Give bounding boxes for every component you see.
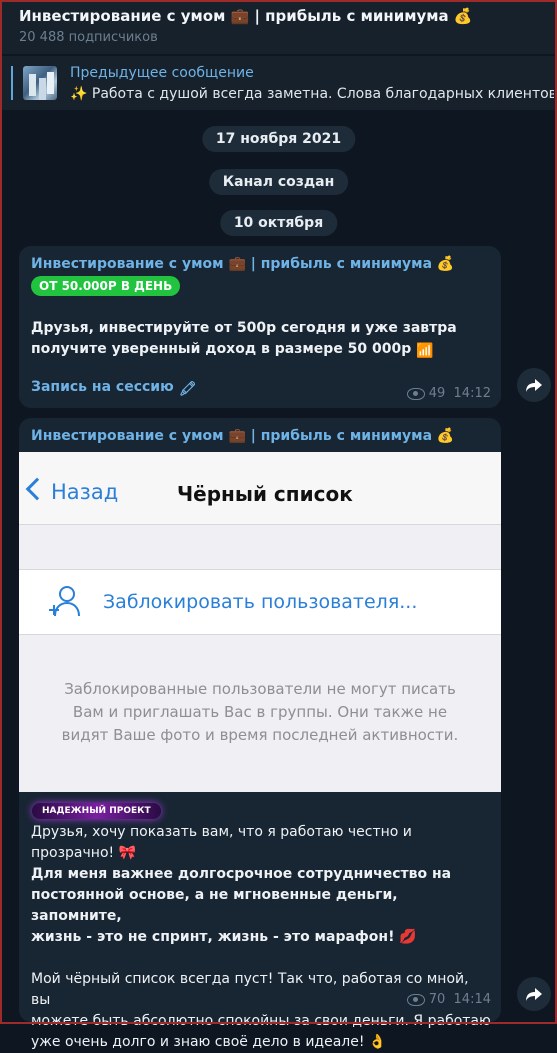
eye-icon bbox=[406, 993, 425, 1006]
message-text-line: получите уверенный доход в размере 50 00… bbox=[31, 339, 491, 362]
message-text-line: можете быть абсолютно спокойны за свои д… bbox=[31, 1013, 491, 1029]
service-message-channel-created: Канал создан bbox=[208, 169, 349, 195]
screenshot-title: Чёрный список bbox=[177, 482, 353, 506]
share-button[interactable] bbox=[517, 368, 551, 402]
signal-bars-icon: 📶 bbox=[416, 343, 434, 359]
pinned-message[interactable]: Предыдущее сообщение ✨ Работа с душой вс… bbox=[0, 56, 557, 110]
date-pill: 10 октября bbox=[219, 210, 338, 236]
message-bubble[interactable]: Инвестирование с умом 💼 | прибыль с мини… bbox=[19, 246, 501, 408]
message-sender[interactable]: Инвестирование с умом 💼 | прибыль с мини… bbox=[31, 256, 454, 272]
pinned-thumbnail bbox=[23, 66, 57, 100]
pinned-accent-bar bbox=[11, 66, 13, 100]
message-text-part: получите уверенный доход в размере 50 00… bbox=[31, 341, 412, 357]
project-tag: НАДЕЖНЫЙ ПРОЕКТ bbox=[32, 803, 161, 819]
screenshot-note-line: Вам и приглашать Вас в группы. Они также… bbox=[72, 703, 448, 721]
screenshot-note: Заблокированные пользователи не могут пи… bbox=[39, 678, 481, 747]
pinned-text: ✨ Работа с душой всегда заметна. Слова б… bbox=[70, 86, 554, 102]
message-sender[interactable]: Инвестирование с умом 💼 | прибыль с мини… bbox=[31, 428, 454, 444]
message-text: Друзья, хочу показать вам, что я работаю… bbox=[31, 822, 491, 1053]
message-time: 14:14 bbox=[453, 992, 491, 1007]
screenshot-block-user-row: Заблокировать пользователя... bbox=[19, 569, 501, 635]
message-meta: 70 14:14 bbox=[406, 992, 491, 1007]
session-link-text[interactable]: Запись на сессию bbox=[31, 379, 174, 395]
screenshot-back-label: Назад bbox=[51, 480, 119, 504]
message-text-line: Друзья, хочу показать вам, что я работаю… bbox=[31, 824, 412, 840]
screenshot-note-line: видят Ваше фото и время последней активн… bbox=[61, 726, 459, 744]
message-text-line: жизнь - это не спринт, жизнь - это мараф… bbox=[31, 929, 417, 945]
crayon-icon: 🖍 bbox=[178, 381, 197, 397]
message-text-line: уже очень долго и знаю своё дело в идеал… bbox=[31, 1034, 387, 1050]
channel-header[interactable]: Инвестирование с умом 💼 | прибыль с мини… bbox=[0, 0, 557, 54]
add-user-icon bbox=[49, 586, 80, 617]
session-link[interactable]: Запись на сессию 🖍 bbox=[31, 379, 196, 397]
pinned-label: Предыдущее сообщение bbox=[70, 65, 254, 81]
promo-badge: ОТ 50.000Р В ДЕНЬ bbox=[31, 276, 181, 296]
share-arrow-icon bbox=[526, 379, 542, 392]
share-arrow-icon bbox=[526, 988, 542, 1001]
message-text-line: Для меня важнее долгосрочное сотрудничес… bbox=[31, 866, 452, 882]
date-pill: 17 ноября 2021 bbox=[201, 126, 356, 152]
subscriber-count: 20 488 подписчиков bbox=[19, 30, 158, 45]
message-text-line: постоянной основе, а не мгновенные деньг… bbox=[31, 887, 398, 924]
message-text-line: Друзья, инвестируйте от 500р сегодня и у… bbox=[31, 320, 457, 336]
eye-icon bbox=[406, 387, 425, 400]
attached-screenshot[interactable]: Назад Чёрный список Заблокировать пользо… bbox=[19, 452, 501, 792]
view-count: 70 bbox=[428, 992, 446, 1007]
channel-title[interactable]: Инвестирование с умом 💼 | прибыль с мини… bbox=[19, 7, 473, 25]
message-text-line: прозрачно! 🎀 bbox=[31, 845, 136, 861]
message-time: 14:12 bbox=[453, 386, 491, 401]
view-count: 49 bbox=[428, 386, 446, 401]
message-text: Друзья, инвестируйте от 500р сегодня и у… bbox=[31, 318, 491, 362]
screenshot-back: Назад bbox=[25, 477, 119, 504]
screenshot-block-user-label: Заблокировать пользователя... bbox=[103, 591, 418, 613]
screenshot-note-line: Заблокированные пользователи не могут пи… bbox=[64, 680, 456, 698]
message-meta: 49 14:12 bbox=[406, 386, 491, 401]
message-bubble[interactable]: Инвестирование с умом 💼 | прибыль с мини… bbox=[19, 418, 501, 1050]
chevron-left-icon bbox=[25, 477, 49, 501]
screenshot-navbar: Назад Чёрный список bbox=[19, 452, 501, 525]
share-button[interactable] bbox=[517, 977, 551, 1011]
